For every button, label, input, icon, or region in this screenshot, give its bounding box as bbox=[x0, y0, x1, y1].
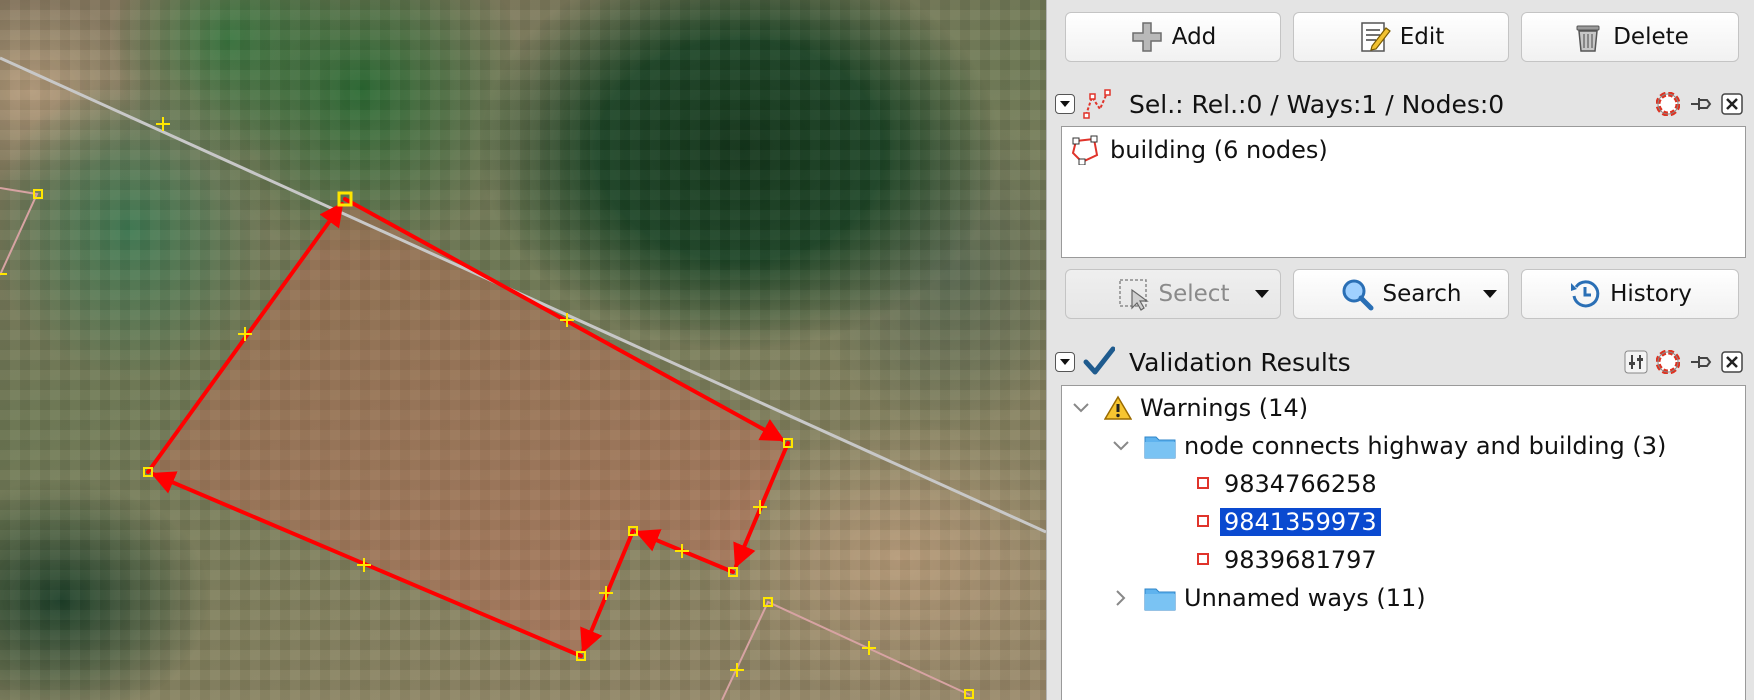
history-button[interactable]: History bbox=[1521, 269, 1739, 319]
group-label: Unnamed ways (11) bbox=[1184, 584, 1426, 612]
map-overlay bbox=[0, 56, 1046, 700]
side-panel: Add Edit Delete Sel.: Rel.:0 / Ways:1 / … bbox=[1046, 0, 1754, 700]
node-id-label: 9841359973 bbox=[1220, 508, 1381, 536]
checkmark-icon bbox=[1083, 346, 1117, 378]
edit-button[interactable]: Edit bbox=[1293, 12, 1509, 62]
history-icon bbox=[1568, 277, 1602, 311]
tree-row-group[interactable]: Unnamed ways (11) bbox=[1110, 580, 1426, 616]
pin-icon[interactable] bbox=[1688, 350, 1712, 374]
edit-button-label: Edit bbox=[1399, 24, 1445, 50]
select-icon bbox=[1117, 277, 1151, 311]
search-icon bbox=[1340, 277, 1374, 311]
delete-button-label: Delete bbox=[1613, 24, 1689, 50]
selection-icon bbox=[1083, 89, 1115, 119]
search-dropdown-arrow[interactable] bbox=[1476, 279, 1502, 309]
collapse-toggle-selection[interactable] bbox=[1055, 94, 1075, 114]
node-id-label: 9839681797 bbox=[1224, 546, 1377, 574]
search-button-label: Search bbox=[1382, 281, 1462, 307]
tree-row-node[interactable]: 9834766258 bbox=[1196, 466, 1377, 502]
close-icon[interactable] bbox=[1720, 92, 1744, 116]
pin-icon[interactable] bbox=[1688, 92, 1712, 116]
group-label: node connects highway and building (3) bbox=[1184, 432, 1667, 460]
tree-row-node-selected[interactable]: 9841359973 bbox=[1196, 504, 1381, 540]
neighbor-building-bottom[interactable] bbox=[721, 600, 971, 700]
close-icon[interactable] bbox=[1720, 350, 1744, 374]
warnings-label: Warnings (14) bbox=[1140, 394, 1309, 422]
node-icon bbox=[1196, 476, 1212, 492]
selection-dialog-header: Sel.: Rel.:0 / Ways:1 / Nodes:0 bbox=[1055, 84, 1748, 124]
node-icon bbox=[1196, 552, 1212, 568]
neighbor-building-left[interactable] bbox=[0, 187, 39, 276]
tree-row-node[interactable]: 9839681797 bbox=[1196, 542, 1377, 578]
tree-row-warnings[interactable]: Warnings (14) bbox=[1070, 390, 1308, 426]
add-button[interactable]: Add bbox=[1065, 12, 1281, 62]
collapse-toggle-validation[interactable] bbox=[1055, 352, 1075, 372]
edit-icon bbox=[1358, 20, 1392, 54]
filter-icon[interactable] bbox=[1624, 350, 1648, 374]
chevron-down-icon[interactable] bbox=[1070, 397, 1092, 419]
help-icon[interactable] bbox=[1656, 92, 1680, 116]
warning-icon bbox=[1104, 395, 1132, 421]
validation-dialog-title: Validation Results bbox=[1129, 347, 1351, 377]
chevron-right-icon[interactable] bbox=[1110, 587, 1132, 609]
node-icon bbox=[1196, 514, 1212, 530]
select-button[interactable]: Select bbox=[1065, 269, 1281, 319]
select-button-label: Select bbox=[1158, 281, 1230, 307]
delete-button[interactable]: Delete bbox=[1521, 12, 1739, 62]
add-button-label: Add bbox=[1171, 24, 1217, 50]
selection-list[interactable]: building (6 nodes) bbox=[1061, 126, 1746, 258]
node-id-label: 9834766258 bbox=[1224, 470, 1377, 498]
validation-dialog-header: Validation Results bbox=[1055, 342, 1748, 382]
selection-list-item[interactable]: building (6 nodes) bbox=[1070, 132, 1328, 168]
selection-dialog-title: Sel.: Rel.:0 / Ways:1 / Nodes:0 bbox=[1129, 89, 1505, 119]
way-polygon-icon bbox=[1070, 135, 1100, 165]
folder-icon bbox=[1144, 585, 1176, 611]
validation-tree[interactable]: Warnings (14) node connects highway and … bbox=[1061, 385, 1746, 700]
select-dropdown-arrow[interactable] bbox=[1248, 279, 1274, 309]
history-button-label: History bbox=[1610, 281, 1692, 307]
help-icon[interactable] bbox=[1656, 350, 1680, 374]
plus-icon bbox=[1130, 20, 1164, 54]
search-button[interactable]: Search bbox=[1293, 269, 1509, 319]
tree-row-group[interactable]: node connects highway and building (3) bbox=[1110, 428, 1666, 464]
chevron-down-icon[interactable] bbox=[1110, 435, 1132, 457]
selection-item-label: building (6 nodes) bbox=[1110, 136, 1328, 164]
folder-icon bbox=[1144, 433, 1176, 459]
trash-icon bbox=[1571, 20, 1605, 54]
map-view[interactable] bbox=[0, 0, 1046, 700]
